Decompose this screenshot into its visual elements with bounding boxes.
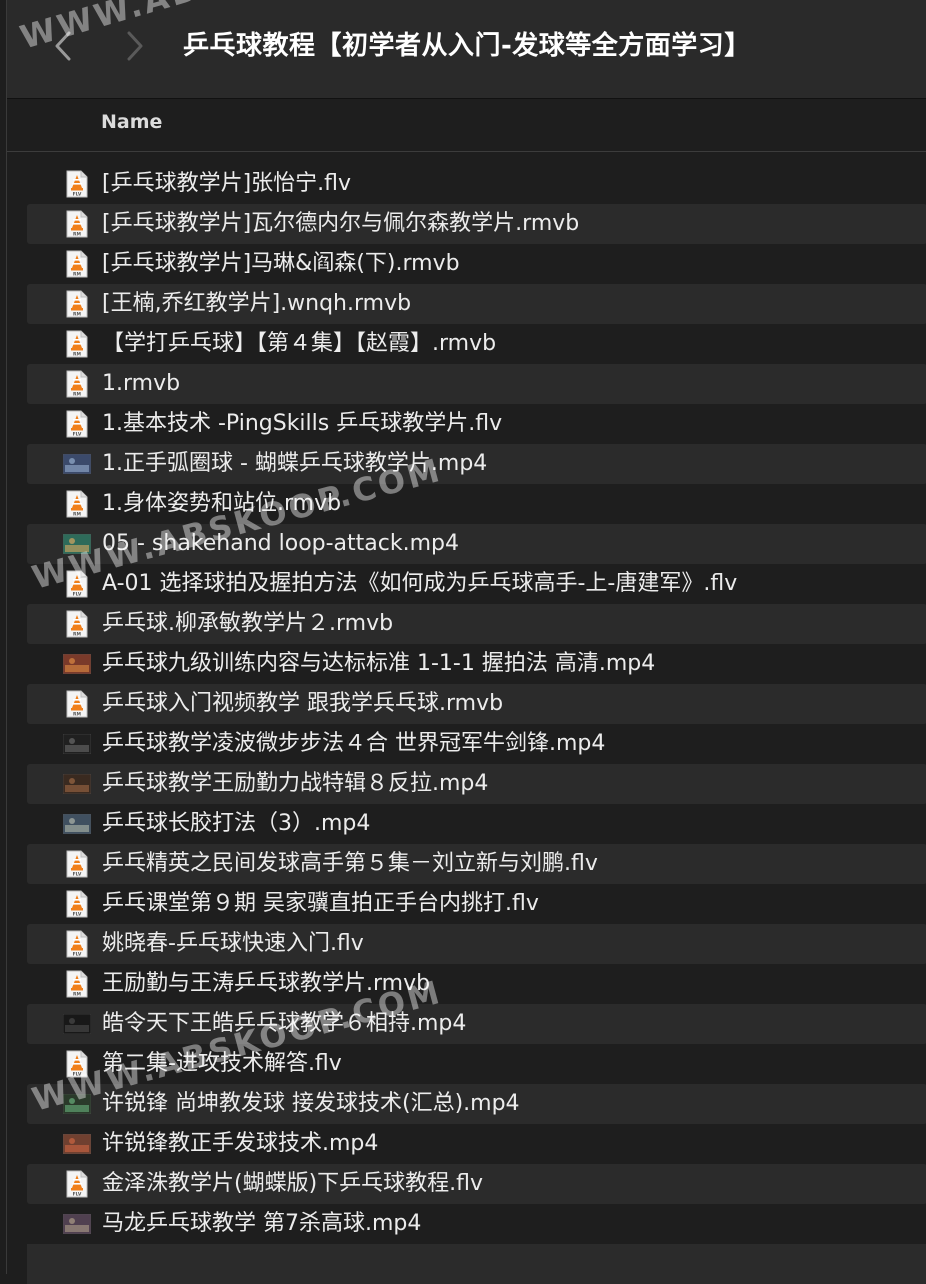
file-name: 许锐锋教正手发球技术.mp4 — [102, 1131, 379, 1156]
flv-vlc-icon: FLV — [63, 850, 91, 878]
svg-text:RM: RM — [73, 992, 81, 998]
file-row[interactable]: RM 乒乓球.柳承敏教学片２.rmvb — [27, 604, 926, 644]
file-row[interactable]: FLV 1.基本技术 -PingSkills 乒乓球教学片.flv — [27, 404, 926, 444]
svg-text:RM: RM — [73, 232, 81, 238]
svg-text:RM: RM — [73, 512, 81, 518]
file-row[interactable]: 许锐锋 尚坤教发球 接发球技术(汇总).mp4 — [27, 1084, 926, 1124]
file-name: [乒乓球教学片]马琳&阎森(下).rmvb — [102, 251, 460, 276]
file-row[interactable]: RM [乒乓球教学片]瓦尔德内尔与佩尔森教学片.rmvb — [27, 204, 926, 244]
rm-vlc-icon: RM — [63, 690, 91, 718]
file-row[interactable]: RM 1.rmvb — [27, 364, 926, 404]
svg-text:FLV: FLV — [73, 432, 82, 438]
window-title: 乒乓球教程【初学者从入门-发球等全方面学习】 — [183, 31, 751, 61]
file-name: [乒乓球教学片]瓦尔德内尔与佩尔森教学片.rmvb — [102, 211, 580, 236]
rm-vlc-icon: RM — [63, 330, 91, 358]
video-thumbnail-icon — [63, 770, 91, 798]
flv-vlc-icon: FLV — [63, 1170, 91, 1198]
file-row[interactable]: RM 【学打乒乓球】【第４集】【赵霞】.rmvb — [27, 324, 926, 364]
file-row[interactable]: RM [王楠,乔红教学片].wnqh.rmvb — [27, 284, 926, 324]
rm-vlc-icon: RM — [63, 210, 91, 238]
file-row[interactable]: RM [乒乓球教学片]马琳&阎森(下).rmvb — [27, 244, 926, 284]
file-row[interactable]: RM 乒乓球入门视频教学 跟我学兵乓球.rmvb — [27, 684, 926, 724]
file-name: 1.基本技术 -PingSkills 乒乓球教学片.flv — [102, 411, 503, 436]
video-thumbnail-icon — [63, 450, 91, 478]
file-name: 马龙乒乓球教学 第7杀高球.mp4 — [102, 1211, 422, 1236]
video-thumbnail-icon — [63, 650, 91, 678]
name-column-header[interactable]: Name — [101, 111, 162, 133]
file-row[interactable]: 乒乓球教学凌波微步步法４合 世界冠军牛剑锋.mp4 — [27, 724, 926, 764]
file-name: [王楠,乔红教学片].wnqh.rmvb — [102, 291, 412, 316]
rm-vlc-icon: RM — [63, 970, 91, 998]
file-row[interactable]: FLV 乒乓课堂第９期 吴家骥直拍正手台内挑打.flv — [27, 884, 926, 924]
flv-vlc-icon: FLV — [63, 170, 91, 198]
file-list: FLV [乒乓球教学片]张怡宁.flv RM [乒乓球教学片]瓦尔德内尔与佩尔森… — [27, 164, 926, 1284]
column-header: Name — [7, 99, 926, 152]
svg-text:FLV: FLV — [73, 192, 82, 198]
file-name: 乒乓球.柳承敏教学片２.rmvb — [102, 611, 394, 636]
file-name: A-01 选择球拍及握拍方法《如何成为乒乓球高手-上-唐建军》.flv — [102, 571, 738, 596]
file-name: 姚晓春-乒乓球快速入门.flv — [102, 931, 364, 956]
svg-text:RM: RM — [73, 392, 81, 398]
empty-row — [27, 1244, 926, 1284]
file-row[interactable]: FLV A-01 选择球拍及握拍方法《如何成为乒乓球高手-上-唐建军》.flv — [27, 564, 926, 604]
svg-text:FLV: FLV — [73, 592, 82, 598]
rm-vlc-icon: RM — [63, 250, 91, 278]
file-row[interactable]: FLV 乒乓精英之民间发球高手第５集－刘立新与刘鹏.flv — [27, 844, 926, 884]
file-row[interactable]: FLV [乒乓球教学片]张怡宁.flv — [27, 164, 926, 204]
file-row[interactable]: 1.正手弧圈球 - 蝴蝶乒乓球教学片.mp4 — [27, 444, 926, 484]
svg-text:FLV: FLV — [73, 912, 82, 918]
video-thumbnail-icon — [63, 1010, 91, 1038]
file-row[interactable]: FLV 姚晓春-乒乓球快速入门.flv — [27, 924, 926, 964]
svg-text:RM: RM — [73, 632, 81, 638]
file-name: 乒乓球教学凌波微步步法４合 世界冠军牛剑锋.mp4 — [102, 731, 606, 756]
file-name: 金泽洙教学片(蝴蝶版)下乒乓球教程.flv — [102, 1171, 484, 1196]
flv-vlc-icon: FLV — [63, 410, 91, 438]
svg-text:RM: RM — [73, 312, 81, 318]
file-row[interactable]: 乒乓球九级训练内容与达标标准 1-1-1 握拍法 高清.mp4 — [27, 644, 926, 684]
video-thumbnail-icon — [63, 730, 91, 758]
rm-vlc-icon: RM — [63, 610, 91, 638]
file-row[interactable]: FLV 金泽洙教学片(蝴蝶版)下乒乓球教程.flv — [27, 1164, 926, 1204]
svg-text:FLV: FLV — [73, 872, 82, 878]
video-thumbnail-icon — [63, 1210, 91, 1238]
file-name: 乒乓球入门视频教学 跟我学兵乓球.rmvb — [102, 691, 504, 716]
rm-vlc-icon: RM — [63, 490, 91, 518]
file-name: 【学打乒乓球】【第４集】【赵霞】.rmvb — [102, 331, 497, 356]
file-name: 乒乓球长胶打法（3）.mp4 — [102, 811, 371, 836]
chevron-right-icon — [127, 31, 143, 61]
flv-vlc-icon: FLV — [63, 930, 91, 958]
file-row[interactable]: 乒乓球教学王励勤力战特辑８反拉.mp4 — [27, 764, 926, 804]
svg-text:FLV: FLV — [73, 952, 82, 958]
video-thumbnail-icon — [63, 1130, 91, 1158]
file-name: 乒乓球教学王励勤力战特辑８反拉.mp4 — [102, 771, 489, 796]
svg-text:FLV: FLV — [73, 1192, 82, 1198]
flv-vlc-icon: FLV — [63, 890, 91, 918]
svg-text:RM: RM — [73, 712, 81, 718]
file-name: [乒乓球教学片]张怡宁.flv — [102, 171, 352, 196]
file-name: 许锐锋 尚坤教发球 接发球技术(汇总).mp4 — [102, 1091, 520, 1116]
file-row[interactable]: 皓令天下王皓乒乓球教学６相持.mp4 — [27, 1004, 926, 1044]
file-row[interactable]: RM 王励勤与王涛乒乓球教学片.rmvb — [27, 964, 926, 1004]
rm-vlc-icon: RM — [63, 370, 91, 398]
file-name: 乒乓课堂第９期 吴家骥直拍正手台内挑打.flv — [102, 891, 539, 916]
file-row[interactable]: 马龙乒乓球教学 第7杀高球.mp4 — [27, 1204, 926, 1244]
svg-text:RM: RM — [73, 352, 81, 358]
file-row[interactable]: RM 1.身体姿势和站位.rmvb — [27, 484, 926, 524]
video-thumbnail-icon — [63, 810, 91, 838]
svg-text:RM: RM — [73, 272, 81, 278]
rm-vlc-icon: RM — [63, 290, 91, 318]
file-row[interactable]: 乒乓球长胶打法（3）.mp4 — [27, 804, 926, 844]
file-row[interactable]: 许锐锋教正手发球技术.mp4 — [27, 1124, 926, 1164]
file-name: 乒乓精英之民间发球高手第５集－刘立新与刘鹏.flv — [102, 851, 598, 876]
file-name: 乒乓球九级训练内容与达标标准 1-1-1 握拍法 高清.mp4 — [102, 651, 656, 676]
file-name: 1.rmvb — [102, 371, 181, 396]
